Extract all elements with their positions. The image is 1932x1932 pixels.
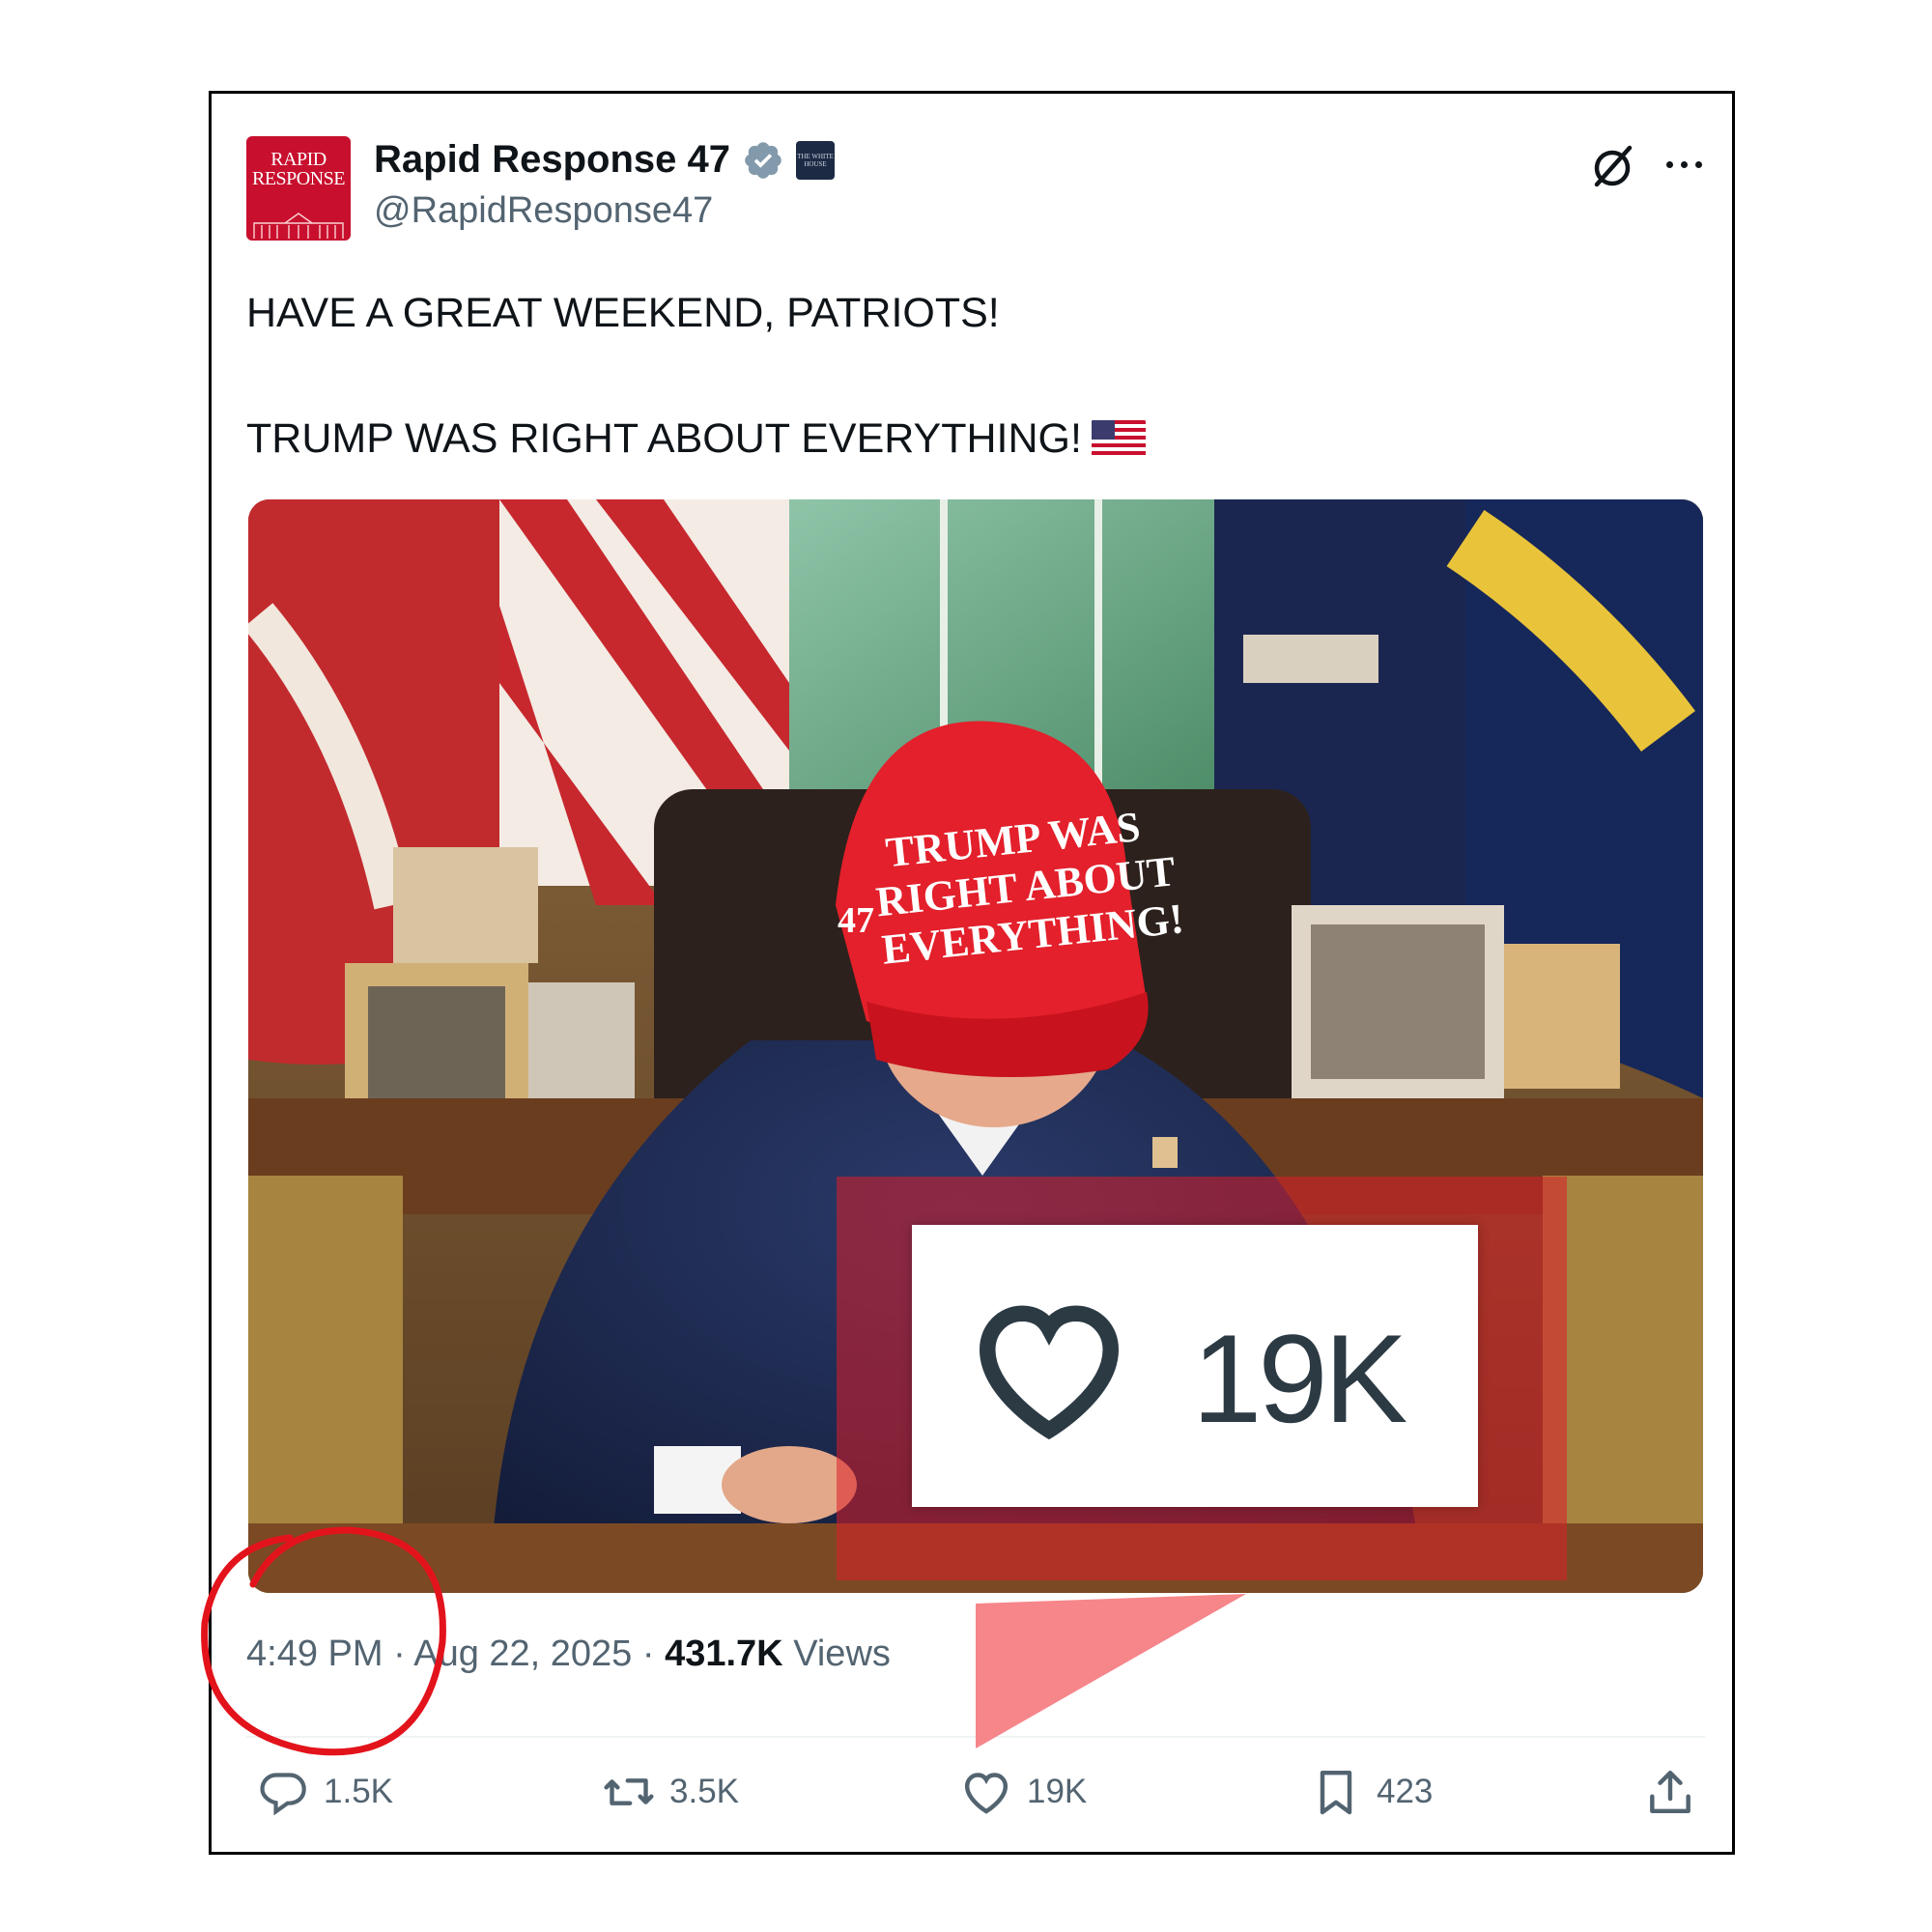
timestamp-circle-annotation [201,1526,446,1756]
